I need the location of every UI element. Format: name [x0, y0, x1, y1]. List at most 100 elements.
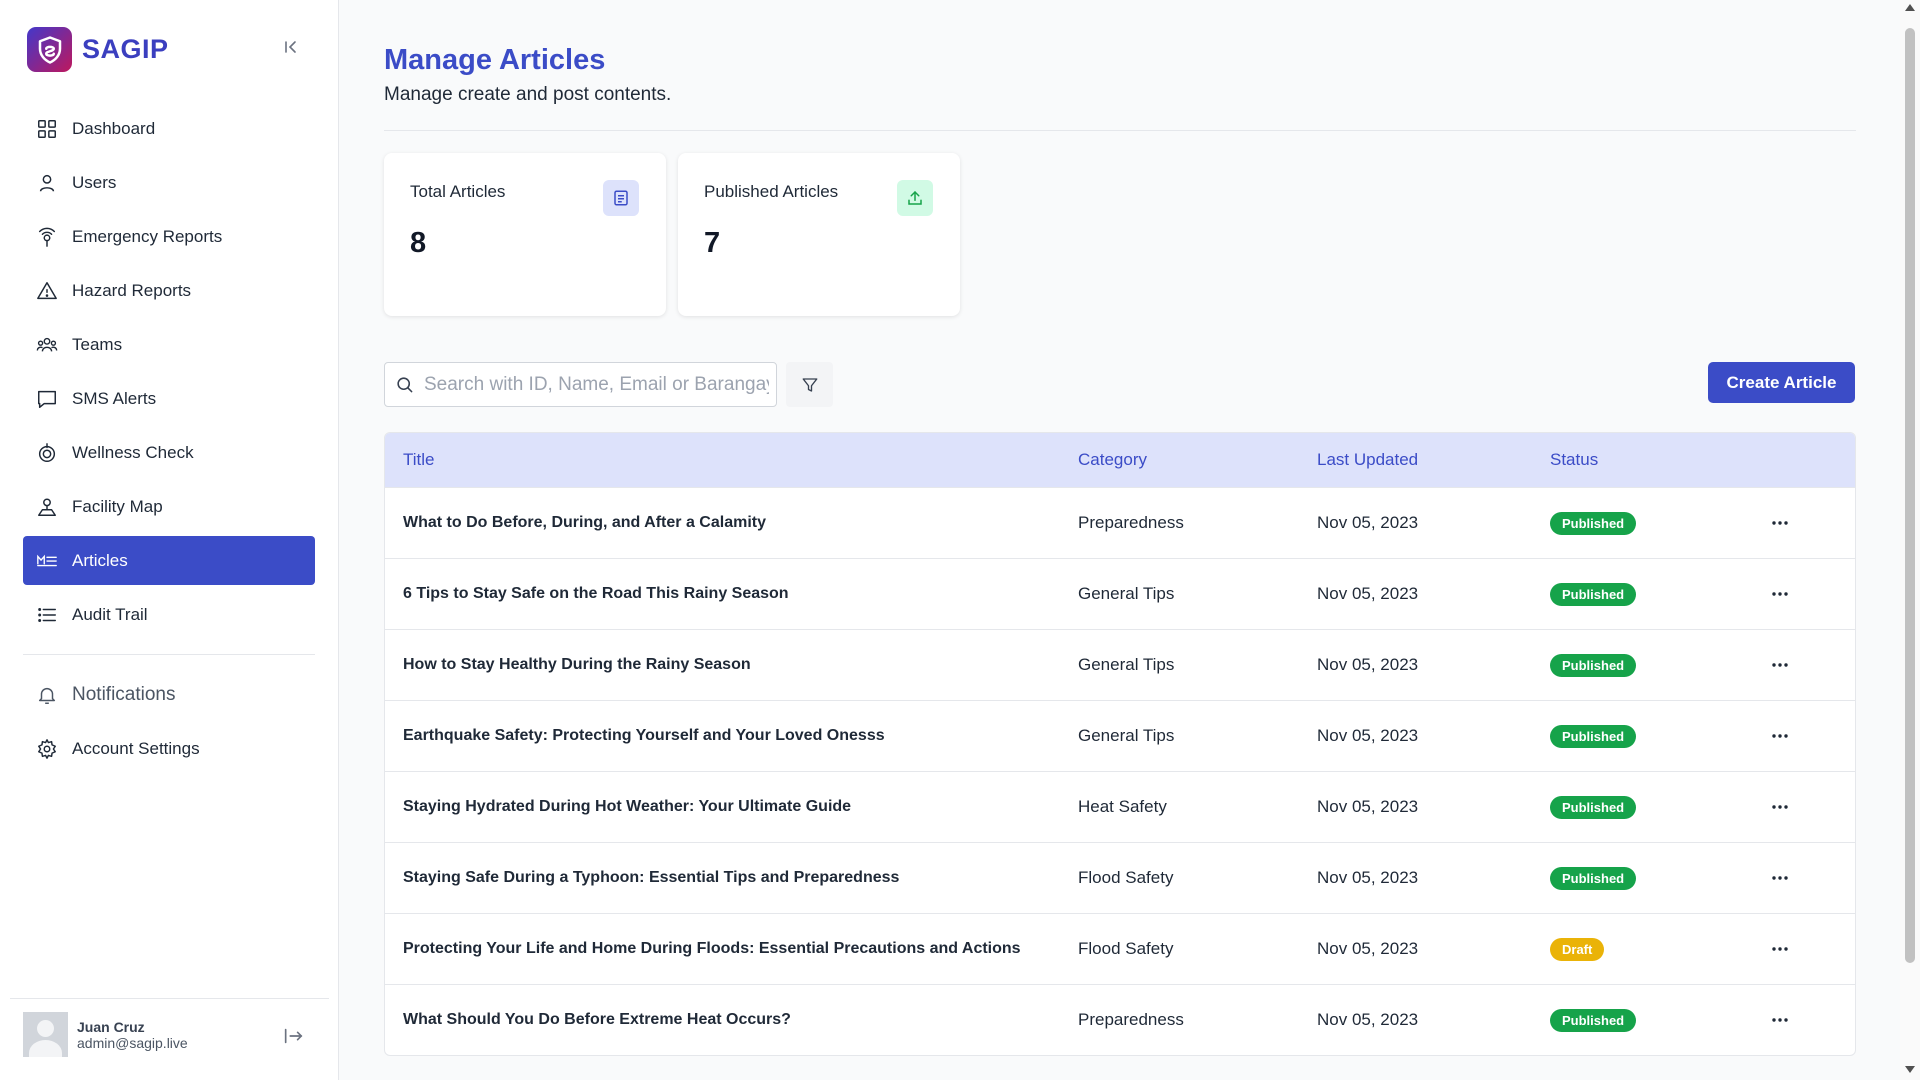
article-category: Preparedness — [1078, 513, 1184, 532]
sidebar-item-label: SMS Alerts — [72, 388, 157, 408]
logout-icon[interactable] — [282, 1025, 306, 1047]
sidebar-item-articles[interactable]: Articles — [23, 536, 315, 585]
article-title[interactable]: Staying Safe During a Typhoon: Essential… — [385, 869, 1078, 887]
article-last-updated: Nov 05, 2023 — [1317, 726, 1419, 745]
sidebar-item-users[interactable]: Users — [23, 158, 315, 207]
more-options-icon[interactable] — [1765, 584, 1795, 604]
column-header-title[interactable]: Title — [385, 450, 1078, 470]
table-row[interactable]: Earthquake Safety: Protecting Yourself a… — [385, 700, 1855, 771]
table-row[interactable]: How to Stay Healthy During the Rainy Sea… — [385, 629, 1855, 700]
article-title[interactable]: 6 Tips to Stay Safe on the Road This Rai… — [385, 585, 1078, 603]
bell-icon — [38, 687, 56, 704]
sidebar-item-wellness-check[interactable]: Wellness Check — [23, 428, 315, 477]
sidebar-item-dashboard[interactable]: Dashboard — [23, 104, 315, 153]
collapse-sidebar-icon[interactable] — [280, 36, 302, 58]
user-profile[interactable]: Juan Cruz admin@sagip.live — [23, 1012, 188, 1057]
sidebar-nav: Dashboard Users Emergency Reports Hazard… — [23, 104, 315, 644]
sidebar-item-label: Notifications — [72, 683, 176, 705]
wellness-icon — [38, 442, 56, 462]
sidebar-item-teams[interactable]: Teams — [23, 320, 315, 369]
list-icon — [38, 607, 56, 622]
sidebar-item-label: Facility Map — [72, 496, 163, 516]
more-options-icon[interactable] — [1765, 655, 1795, 675]
article-category: Heat Safety — [1078, 797, 1167, 816]
table-header: Title Category Last Updated Status — [385, 433, 1855, 487]
page-subtitle: Manage create and post contents. — [384, 84, 672, 105]
table-row[interactable]: What Should You Do Before Extreme Heat O… — [385, 984, 1855, 1055]
table-row[interactable]: 6 Tips to Stay Safe on the Road This Rai… — [385, 558, 1855, 629]
scroll-up-arrow-icon[interactable] — [1905, 4, 1915, 11]
more-options-icon[interactable] — [1765, 513, 1795, 533]
sidebar-item-label: Articles — [72, 550, 128, 570]
divider — [384, 130, 1856, 131]
article-last-updated: Nov 05, 2023 — [1317, 584, 1419, 603]
article-title[interactable]: Staying Hydrated During Hot Weather: You… — [385, 798, 1078, 816]
document-icon — [603, 180, 639, 216]
article-last-updated: Nov 05, 2023 — [1317, 655, 1419, 674]
sidebar-item-emergency-reports[interactable]: Emergency Reports — [23, 212, 315, 261]
article-category: General Tips — [1078, 726, 1175, 745]
sidebar-item-hazard-reports[interactable]: Hazard Reports — [23, 266, 315, 315]
filter-button[interactable] — [786, 362, 833, 407]
sidebar-item-account-settings[interactable]: Account Settings — [23, 724, 315, 773]
status-badge: Published — [1550, 511, 1637, 535]
search-icon — [397, 377, 413, 393]
stat-label: Total Articles — [410, 182, 506, 201]
more-options-icon[interactable] — [1765, 726, 1795, 746]
article-title[interactable]: Protecting Your Life and Home During Flo… — [385, 940, 1078, 958]
status-badge: Published — [1550, 653, 1637, 677]
sidebar-item-notifications[interactable]: Notifications — [23, 670, 315, 719]
status-badge: Published — [1550, 724, 1637, 748]
dashboard-icon — [38, 119, 56, 138]
sidebar-item-label: Dashboard — [72, 118, 156, 138]
articles-icon — [37, 554, 57, 566]
sidebar-item-sms-alerts[interactable]: SMS Alerts — [23, 374, 315, 423]
stat-value: 7 — [704, 227, 721, 259]
status-badge: Published — [1550, 866, 1637, 890]
stat-card-published-articles: Published Articles 7 — [678, 153, 960, 316]
status-badge: Published — [1550, 1008, 1637, 1032]
status-badge: Draft — [1550, 937, 1605, 961]
scrollbar[interactable] — [1900, 0, 1920, 1080]
article-last-updated: Nov 05, 2023 — [1317, 797, 1419, 816]
article-category: General Tips — [1078, 655, 1175, 674]
search-input[interactable] — [424, 373, 769, 396]
create-article-button[interactable]: Create Article — [1708, 362, 1855, 403]
upload-icon — [897, 180, 933, 216]
article-category: Preparedness — [1078, 1010, 1184, 1029]
sidebar-item-facility-map[interactable]: Facility Map — [23, 482, 315, 531]
article-title[interactable]: What to Do Before, During, and After a C… — [385, 514, 1078, 532]
scroll-thumb[interactable] — [1905, 28, 1915, 963]
search-box — [384, 362, 777, 407]
column-header-status[interactable]: Status — [1550, 450, 1750, 470]
more-options-icon[interactable] — [1765, 797, 1795, 817]
sidebar-item-label: Wellness Check — [72, 442, 194, 462]
more-options-icon[interactable] — [1765, 868, 1795, 888]
table-row[interactable]: Staying Hydrated During Hot Weather: You… — [385, 771, 1855, 842]
scroll-down-arrow-icon[interactable] — [1905, 1066, 1915, 1073]
sidebar-item-label: Audit Trail — [72, 604, 148, 624]
article-title[interactable]: What Should You Do Before Extreme Heat O… — [385, 1011, 1078, 1029]
page-title: Manage Articles — [384, 44, 606, 76]
emergency-icon — [38, 227, 56, 247]
article-title[interactable]: How to Stay Healthy During the Rainy Sea… — [385, 656, 1078, 674]
sidebar-item-audit-trail[interactable]: Audit Trail — [23, 590, 315, 639]
more-options-icon[interactable] — [1765, 939, 1795, 959]
table-row[interactable]: What to Do Before, During, and After a C… — [385, 487, 1855, 558]
sidebar-item-label: Users — [72, 172, 117, 192]
sidebar-item-label: Teams — [72, 334, 123, 354]
column-header-last-updated[interactable]: Last Updated — [1317, 450, 1550, 470]
stat-value: 8 — [410, 227, 427, 259]
status-badge: Published — [1550, 582, 1637, 606]
filter-icon — [802, 377, 817, 392]
brand[interactable]: SAGIP — [27, 27, 169, 72]
table-row[interactable]: Staying Safe During a Typhoon: Essential… — [385, 842, 1855, 913]
teams-icon — [36, 337, 58, 352]
sidebar-item-label: Account Settings — [72, 738, 200, 758]
more-options-icon[interactable] — [1765, 1010, 1795, 1030]
article-category: General Tips — [1078, 584, 1175, 603]
table-row[interactable]: Protecting Your Life and Home During Flo… — [385, 913, 1855, 984]
column-header-category[interactable]: Category — [1078, 450, 1317, 470]
article-title[interactable]: Earthquake Safety: Protecting Yourself a… — [385, 727, 1078, 745]
shield-logo-icon — [27, 27, 72, 72]
